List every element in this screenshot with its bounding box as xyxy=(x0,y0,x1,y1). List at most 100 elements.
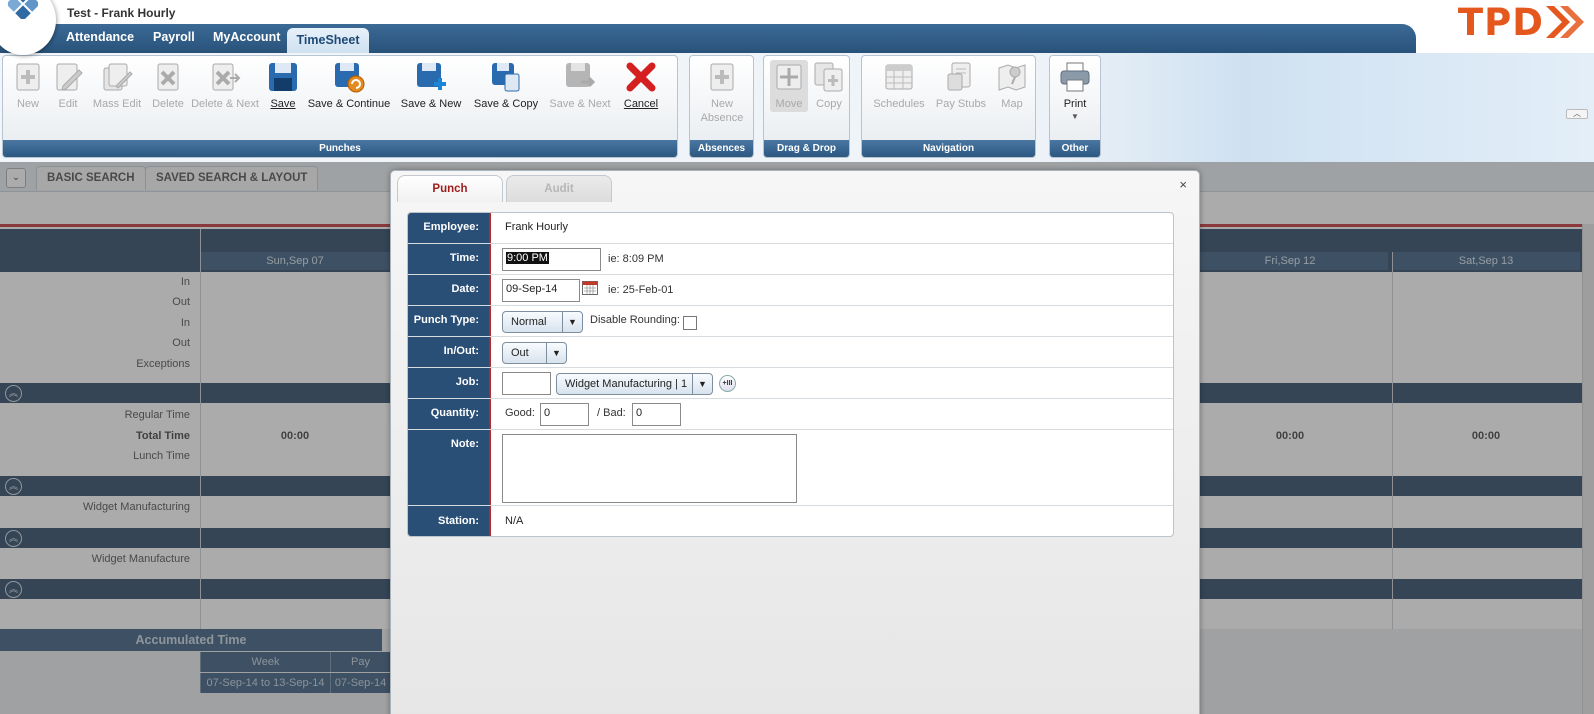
tab-audit[interactable]: Audit xyxy=(506,175,612,202)
in-out-label: In/Out: xyxy=(443,345,479,357)
good-label: Good: xyxy=(505,407,535,419)
new-absence-label-2: Absence xyxy=(700,112,744,124)
ribbon-group-navigation: Schedules Pay Stubs Map Navigation xyxy=(861,55,1036,158)
save-button[interactable]: Save xyxy=(265,60,301,110)
note-label: Note: xyxy=(450,438,479,450)
save-continue-button[interactable]: Save & Continue xyxy=(307,60,391,110)
new-absence-button[interactable]: New Absence xyxy=(696,60,748,124)
job-select[interactable]: Widget Manufacturing | 1 ▼ xyxy=(556,373,713,395)
schedules-label: Schedules xyxy=(873,98,925,110)
print-dropdown-icon: ▼ xyxy=(1071,112,1079,121)
form-row-job: Job: Widget Manufacturing | 1 ▼ +III xyxy=(408,368,1173,399)
date-input[interactable]: 09-Sep-14 xyxy=(502,279,580,302)
ribbon-group-other: Print ▼ Other xyxy=(1049,55,1101,158)
absences-group-label: Absences xyxy=(690,140,753,157)
time-input[interactable]: 9:00 PM xyxy=(502,248,601,271)
delete-next-label: Delete & Next xyxy=(191,98,259,110)
station-label: Station: xyxy=(438,515,479,527)
nav-payroll[interactable]: Payroll xyxy=(153,30,195,44)
form-row-employee: Employee: Frank Hourly xyxy=(408,213,1173,244)
brand-logo: TPD xyxy=(1457,0,1588,44)
save-continue-label: Save & Continue xyxy=(307,98,391,110)
form-row-quantity: Quantity: Good: 0 / Bad: 0 xyxy=(408,399,1173,430)
move-button[interactable]: Move xyxy=(770,60,808,112)
delete-icon xyxy=(151,60,185,94)
quantity-label: Quantity: xyxy=(430,407,479,419)
app-header: Test - Frank Hourly Attendance Payroll M… xyxy=(0,0,1594,55)
form-row-time: Time: 9:00 PM ie: 8:09 PM xyxy=(408,244,1173,275)
disable-rounding-label: Disable Rounding: xyxy=(590,314,680,326)
edit-label: Edit xyxy=(58,98,78,110)
job-details-icon[interactable]: +III xyxy=(719,375,736,392)
delete-next-button[interactable]: Delete & Next xyxy=(191,60,259,110)
pay-stubs-label: Pay Stubs xyxy=(935,98,987,110)
new-button[interactable]: New xyxy=(9,60,47,110)
ribbon-group-punches: New Edit Mass Edit Delete Delete & Next … xyxy=(2,55,678,158)
job-code-input[interactable] xyxy=(502,372,551,395)
chevron-down-icon: ▼ xyxy=(692,374,712,394)
copy-label: Copy xyxy=(816,98,842,110)
save-copy-label: Save & Copy xyxy=(473,98,539,110)
tab-punch[interactable]: Punch xyxy=(397,175,503,202)
map-pin-icon xyxy=(995,60,1029,94)
calendar-icon[interactable] xyxy=(582,280,598,295)
employee-value: Frank Hourly xyxy=(505,221,568,233)
cancel-icon xyxy=(624,60,658,94)
main-nav: Attendance Payroll MyAccount TimeSheet xyxy=(0,24,1416,53)
disable-rounding-checkbox[interactable] xyxy=(683,316,697,330)
save-copy-icon xyxy=(489,60,523,94)
edit-button[interactable]: Edit xyxy=(49,60,87,110)
new-label: New xyxy=(16,98,39,110)
nav-timesheet[interactable]: TimeSheet xyxy=(287,28,369,53)
punch-form: Employee: Frank Hourly Time: 9:00 PM ie:… xyxy=(407,212,1174,537)
form-row-date: Date: 09-Sep-14 ie: 25-Feb-01 xyxy=(408,275,1173,306)
good-quantity-input[interactable]: 0 xyxy=(540,403,589,426)
punches-group-label: Punches xyxy=(3,140,677,157)
pay-stubs-icon xyxy=(944,60,978,94)
job-label: Job: xyxy=(455,376,479,388)
schedules-button[interactable]: Schedules xyxy=(870,60,928,110)
bad-quantity-input[interactable]: 0 xyxy=(632,403,681,426)
station-value: N/A xyxy=(505,515,524,527)
dragdrop-group-label: Drag & Drop xyxy=(764,140,849,157)
nav-myaccount[interactable]: MyAccount xyxy=(213,30,280,44)
map-button[interactable]: Map xyxy=(994,60,1030,110)
new-absence-label-1: New xyxy=(710,98,733,110)
form-row-punch-type: Punch Type: Normal ▼ Disable Rounding: xyxy=(408,306,1173,337)
in-out-select[interactable]: Out ▼ xyxy=(502,342,567,364)
mass-edit-button[interactable]: Mass Edit xyxy=(89,60,145,110)
print-label: Print xyxy=(1063,98,1087,110)
print-button[interactable]: Print ▼ xyxy=(1056,60,1094,122)
navigation-group-label: Navigation xyxy=(862,140,1035,157)
bad-label: / Bad: xyxy=(597,407,626,419)
new-absence-icon xyxy=(705,60,739,94)
copy-button[interactable]: Copy xyxy=(812,60,846,110)
ribbon-group-dragdrop: Move Copy Drag & Drop xyxy=(763,55,850,158)
save-next-icon xyxy=(563,60,597,94)
time-label: Time: xyxy=(449,252,479,264)
ribbon-collapse-button[interactable]: ︿ xyxy=(1566,109,1588,119)
form-row-note: Note: xyxy=(408,430,1173,506)
punch-type-select[interactable]: Normal ▼ xyxy=(502,311,583,333)
nav-attendance[interactable]: Attendance xyxy=(66,30,134,44)
date-label: Date: xyxy=(451,283,479,295)
close-icon[interactable]: × xyxy=(1179,177,1187,192)
cancel-button[interactable]: Cancel xyxy=(621,60,661,110)
mass-edit-icon xyxy=(100,60,134,94)
logo-diamond-icon xyxy=(8,0,38,19)
calendar-icon xyxy=(882,60,916,94)
save-copy-button[interactable]: Save & Copy xyxy=(473,60,539,110)
brand-text: TPD xyxy=(1457,0,1544,44)
cancel-label: Cancel xyxy=(623,98,659,110)
note-textarea[interactable] xyxy=(502,434,797,503)
date-hint: ie: 25-Feb-01 xyxy=(608,284,674,296)
save-new-label: Save & New xyxy=(400,98,462,110)
delete-button[interactable]: Delete xyxy=(146,60,190,110)
save-next-label: Save & Next xyxy=(549,98,611,110)
window-title: Test - Frank Hourly xyxy=(67,6,176,20)
pay-stubs-button[interactable]: Pay Stubs xyxy=(934,60,988,110)
other-group-label: Other xyxy=(1050,140,1100,157)
save-new-button[interactable]: Save & New xyxy=(399,60,463,110)
time-value: 9:00 PM xyxy=(506,252,549,264)
save-next-button[interactable]: Save & Next xyxy=(549,60,611,110)
